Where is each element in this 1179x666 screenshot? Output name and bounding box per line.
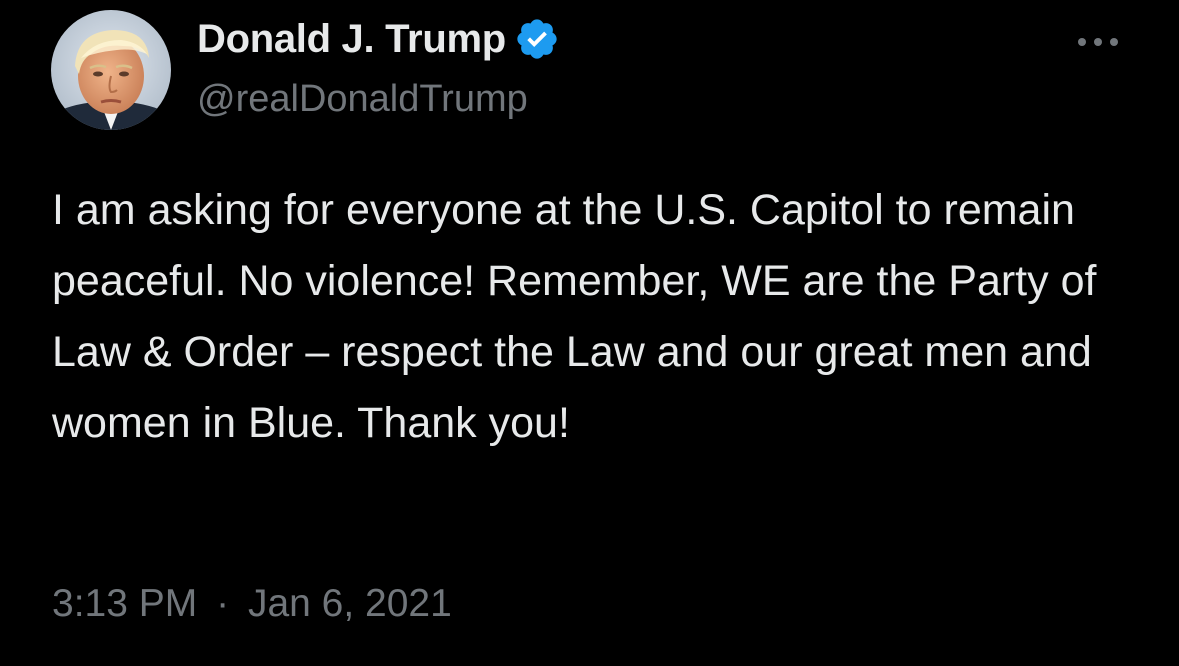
more-horizontal-icon[interactable] [1070,24,1126,60]
avatar[interactable] [51,10,171,130]
author-name-row: Donald J. Trump [197,14,560,64]
meta-separator: · [216,582,230,625]
avatar-image [51,10,171,130]
tweet-timestamp: 3:13 PM · Jan 6, 2021 [52,582,452,626]
verified-badge-icon [514,16,560,62]
tweet-time[interactable]: 3:13 PM [52,582,197,625]
display-name[interactable]: Donald J. Trump [197,17,506,62]
author-handle[interactable]: @realDonaldTrump [197,78,528,121]
tweet-date[interactable]: Jan 6, 2021 [248,582,452,625]
tweet-text: I am asking for everyone at the U.S. Cap… [52,186,1097,447]
tweet-card: Donald J. Trump @realDonaldTrump I am as… [0,0,1179,666]
